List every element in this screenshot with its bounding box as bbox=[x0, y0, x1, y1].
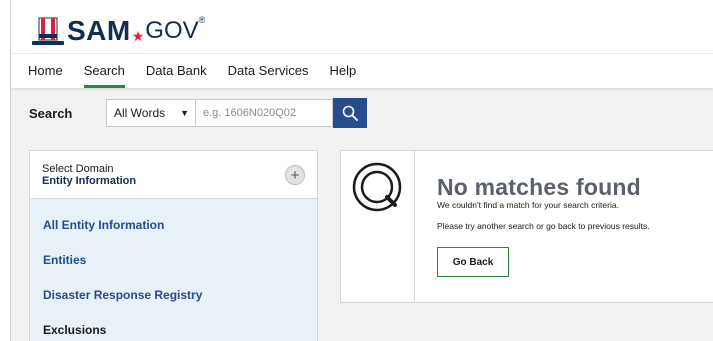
magnifier-icon bbox=[352, 162, 402, 212]
domain-selector-panel: Select Domain Entity Information + All E… bbox=[29, 150, 318, 341]
content-area: Select Domain Entity Information + All E… bbox=[11, 138, 713, 341]
search-scope-value: All Words bbox=[114, 106, 166, 120]
domain-item-disaster-response-registry[interactable]: Disaster Response Registry bbox=[30, 278, 317, 313]
no-results-hint: Please try another search or go back to … bbox=[437, 221, 650, 231]
search-button[interactable] bbox=[333, 98, 367, 128]
domain-list: All Entity Information Entities Disaster… bbox=[30, 199, 317, 341]
nav-item-home[interactable]: Home bbox=[28, 54, 63, 88]
search-bar: Search All Words ▼ bbox=[11, 88, 713, 138]
domain-item-exclusions[interactable]: Exclusions bbox=[30, 313, 317, 341]
add-domain-button[interactable]: + bbox=[285, 165, 305, 185]
go-back-button[interactable]: Go Back bbox=[437, 247, 509, 277]
nav-item-help[interactable]: Help bbox=[330, 54, 357, 88]
search-input[interactable] bbox=[196, 99, 333, 127]
domain-item-entities[interactable]: Entities bbox=[30, 243, 317, 278]
no-results-title: No matches found bbox=[437, 174, 641, 200]
logo-brand-text: SAM bbox=[67, 15, 131, 46]
site-header: SAM ★ GOV ® bbox=[11, 0, 713, 54]
domain-heading-value: Entity Information bbox=[42, 175, 137, 187]
result-message: No matches found We couldn't find a matc… bbox=[437, 175, 650, 277]
logo-star-icon: ★ bbox=[131, 28, 145, 44]
search-icon bbox=[342, 105, 358, 121]
search-label: Search bbox=[29, 105, 73, 121]
caret-down-icon: ▼ bbox=[180, 108, 189, 118]
sam-gov-logo[interactable]: SAM ★ GOV ® bbox=[31, 6, 205, 46]
plus-icon: + bbox=[290, 166, 300, 184]
logo-suffix-text: GOV bbox=[145, 17, 199, 44]
result-icon-column bbox=[341, 151, 415, 302]
domain-item-all-entity-information[interactable]: All Entity Information bbox=[30, 208, 317, 243]
uncle-sam-hat-icon bbox=[32, 17, 64, 45]
no-results-panel: No matches found We couldn't find a matc… bbox=[340, 150, 713, 303]
nav-item-data-bank[interactable]: Data Bank bbox=[146, 54, 207, 88]
nav-item-data-services[interactable]: Data Services bbox=[228, 54, 309, 88]
logo-registered-mark: ® bbox=[198, 15, 206, 25]
domain-selector-header[interactable]: Select Domain Entity Information + bbox=[30, 151, 317, 199]
no-results-message: We couldn't find a match for your search… bbox=[437, 200, 619, 210]
domain-heading-label: Select Domain bbox=[42, 163, 114, 175]
main-nav: Home Search Data Bank Data Services Help bbox=[11, 54, 713, 88]
search-scope-select[interactable]: All Words ▼ bbox=[106, 99, 196, 127]
nav-item-search[interactable]: Search bbox=[83, 54, 126, 88]
